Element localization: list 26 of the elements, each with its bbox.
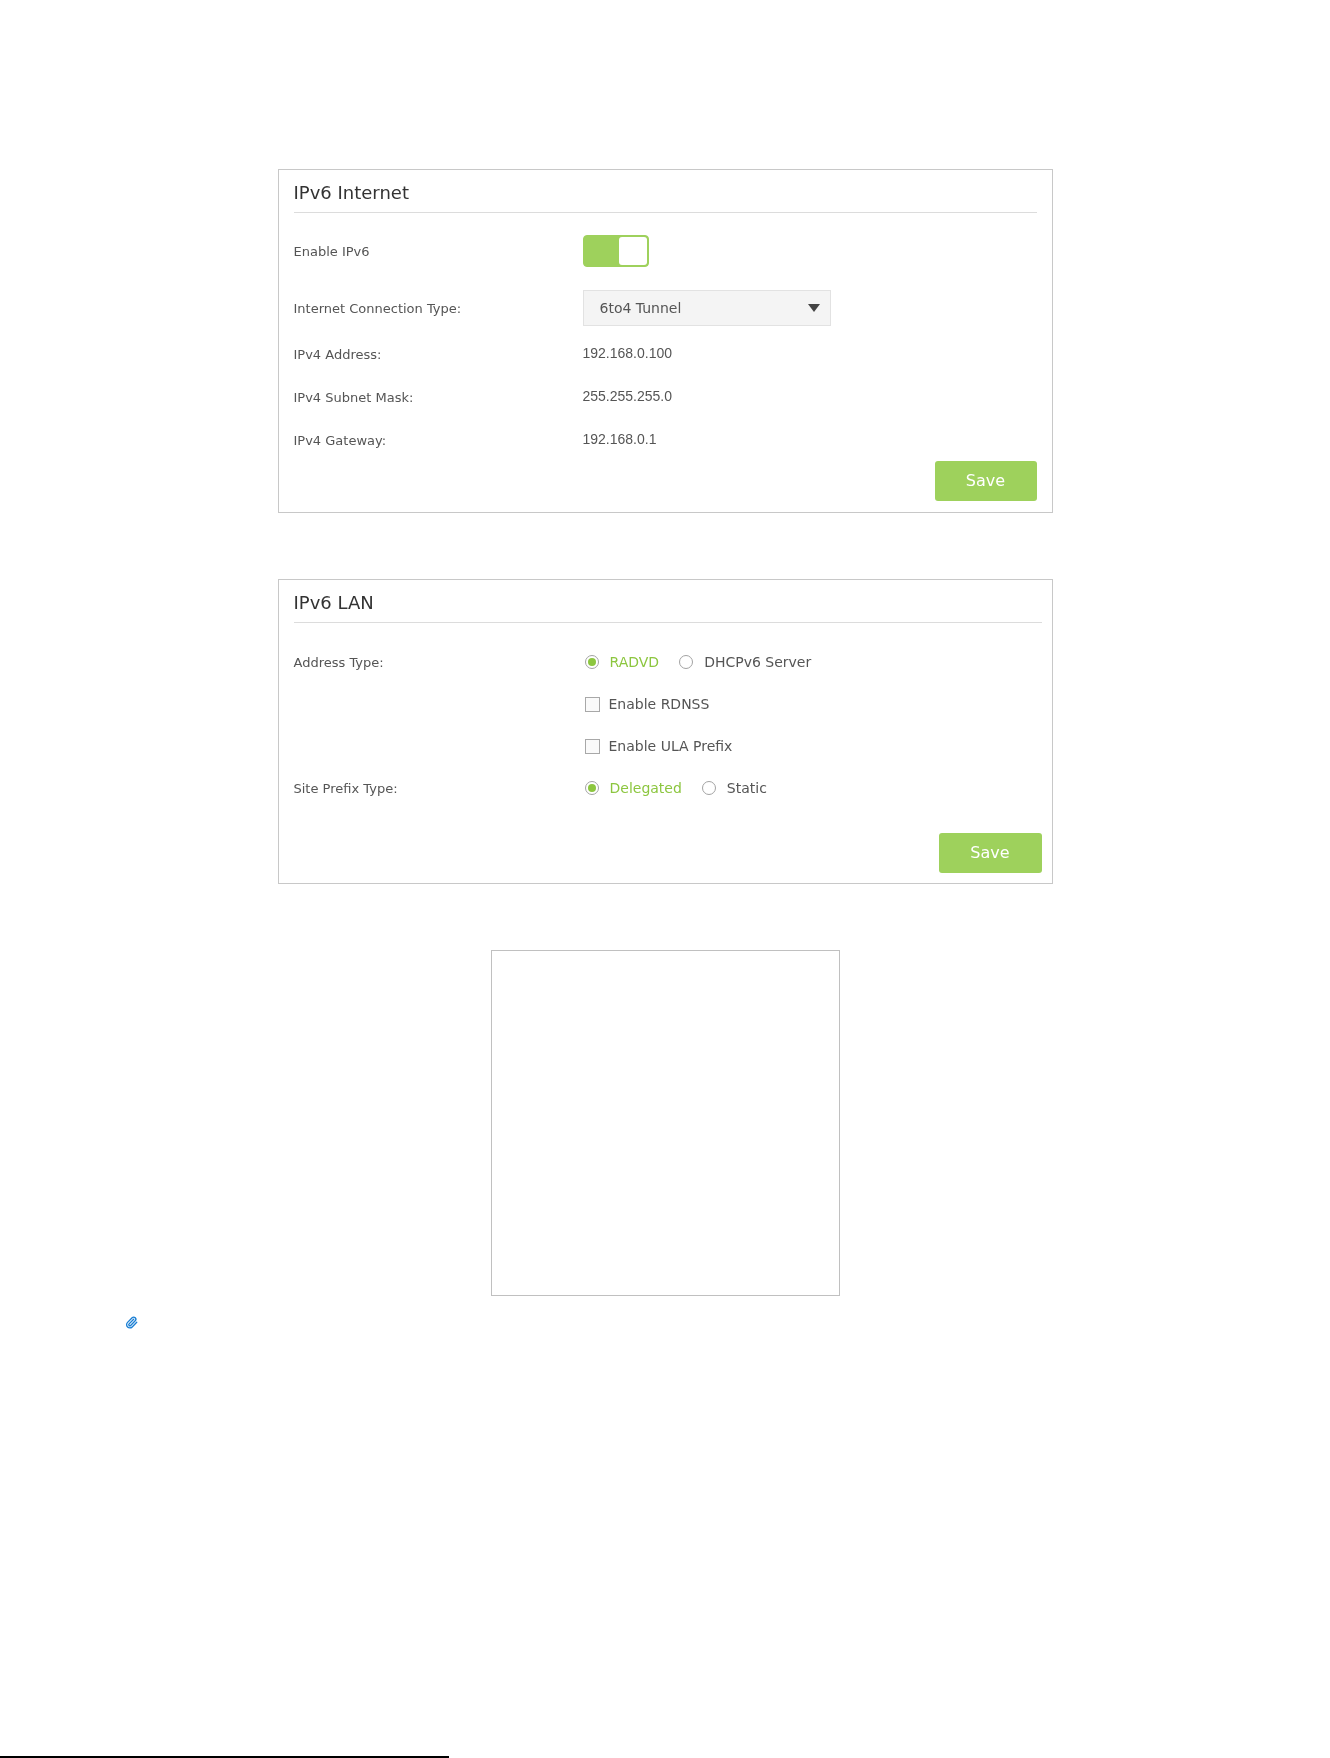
paperclip-icon [125,1316,138,1329]
field-value: 192.168.0.100 [582,344,673,363]
panel-title: IPv6 Internet [293,181,410,205]
field-value: 255.255.255.0 [582,387,673,406]
radio-button[interactable] [679,655,694,669]
radio-label[interactable]: Static [726,777,767,799]
field-label: IPv4 Gateway: [293,432,387,448]
dropdown-select[interactable]: 6to4 Tunnel [582,290,831,326]
checkbox-label[interactable]: Enable ULA Prefix [608,735,733,757]
checkbox-label[interactable]: Enable RDNSS [608,693,710,715]
field-label: Site Prefix Type: [293,781,398,796]
field-label: IPv4 Subnet Mask: [293,389,414,405]
checkbox[interactable] [584,696,600,712]
panel-title: IPv6 LAN [293,591,375,615]
toggle-switch[interactable] [582,235,649,267]
field-value: 192.168.0.1 [582,430,657,449]
radio-button[interactable] [584,655,599,669]
field-label: IPv4 Address: [293,346,382,362]
checkbox[interactable] [584,738,600,754]
field-label: Enable IPv6 [293,244,370,259]
field-label: Address Type: [293,655,384,670]
radio-label[interactable]: DHCPv6 Server [704,651,812,673]
radio-button[interactable] [701,781,716,795]
radio-button[interactable] [584,781,599,795]
caret-down-icon [807,304,820,312]
field-label: Internet Connection Type: [293,301,462,316]
